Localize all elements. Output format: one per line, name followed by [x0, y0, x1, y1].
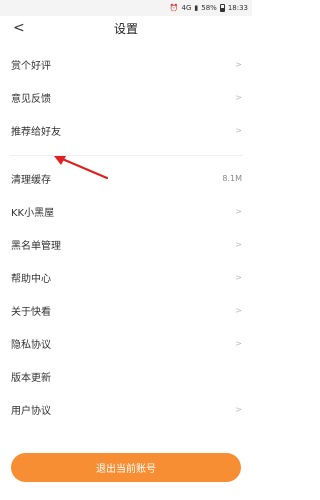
section-divider [10, 155, 242, 156]
settings-item-rate[interactable]: 赏个好评 > [0, 48, 252, 81]
settings-item-feedback[interactable]: 意见反馈 > [0, 81, 252, 114]
settings-group-top: 赏个好评 > 意见反馈 > 推荐给好友 > [0, 48, 252, 147]
chevron-right-icon: > [235, 240, 242, 249]
chevron-right-icon: > [235, 339, 242, 348]
settings-item-label: 推荐给好友 [11, 127, 61, 138]
settings-item-kk-room[interactable]: KK小黑屋 > [0, 195, 252, 228]
status-icons: ⏰ 4G ▮ 58% 18:33 [170, 3, 248, 13]
settings-item-label: 黑名单管理 [11, 241, 61, 252]
settings-item-label: 赏个好评 [11, 61, 51, 72]
alarm-icon: ⏰ [169, 4, 179, 12]
settings-item-label: 用户协议 [11, 406, 51, 417]
clock: 18:33 [227, 4, 248, 12]
settings-item-privacy[interactable]: 隐私协议 > [0, 327, 252, 360]
navigation-bar: < 设置 [0, 16, 252, 42]
settings-group-main: 清理缓存 8.1M KK小黑屋 > 黑名单管理 > 帮助中心 > 关于快看 > … [0, 162, 252, 426]
settings-item-label: KK小黑屋 [11, 208, 55, 219]
settings-item-label: 关于快看 [11, 307, 51, 318]
signal-icon: ▮ [194, 4, 199, 12]
chevron-right-icon: > [235, 93, 242, 102]
settings-item-label: 隐私协议 [11, 340, 51, 351]
status-bar: ⏰ 4G ▮ 58% 18:33 [0, 0, 252, 16]
page-title: 设置 [113, 22, 138, 36]
battery-percent: 58% [201, 4, 217, 12]
settings-item-version-update[interactable]: 版本更新 [0, 360, 252, 393]
chevron-right-icon: > [235, 273, 242, 282]
settings-item-help[interactable]: 帮助中心 > [0, 261, 252, 294]
chevron-right-icon: > [235, 405, 242, 414]
settings-item-label: 帮助中心 [11, 274, 51, 285]
cache-size-value: 8.1M [222, 174, 242, 183]
settings-item-user-agreement[interactable]: 用户协议 > [0, 393, 252, 426]
settings-item-label: 版本更新 [11, 373, 51, 384]
chevron-right-icon: > [235, 207, 242, 216]
annotation-arrow-icon [54, 156, 109, 180]
battery-icon [219, 4, 225, 12]
settings-item-label: 意见反馈 [11, 94, 51, 105]
settings-item-clear-cache[interactable]: 清理缓存 8.1M [0, 162, 252, 195]
settings-item-blacklist[interactable]: 黑名单管理 > [0, 228, 252, 261]
network-label: 4G [181, 4, 192, 12]
settings-item-recommend[interactable]: 推荐给好友 > [0, 114, 252, 147]
logout-button[interactable]: 退出当前账号 [11, 453, 241, 482]
chevron-right-icon: > [235, 60, 242, 69]
chevron-right-icon: > [235, 306, 242, 315]
settings-item-about[interactable]: 关于快看 > [0, 294, 252, 327]
chevron-right-icon: > [235, 126, 242, 135]
settings-item-label: 清理缓存 [11, 175, 51, 186]
